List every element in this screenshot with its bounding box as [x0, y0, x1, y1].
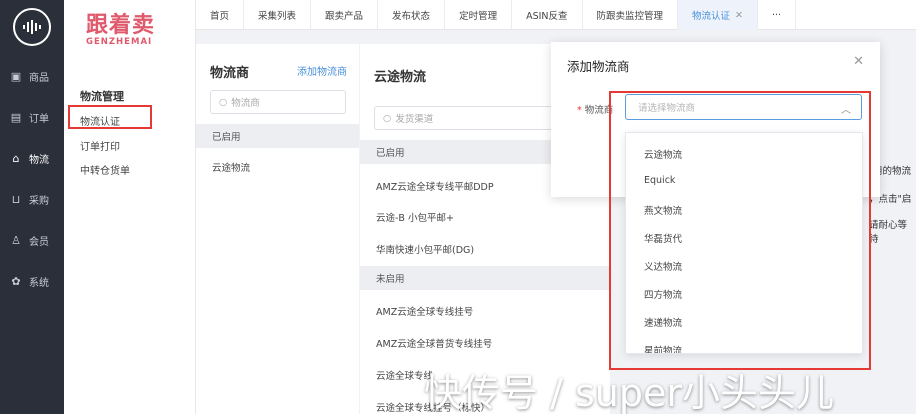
- label-text: 物流商: [584, 105, 614, 116]
- channel-item[interactable]: 华南快速小包平邮(DG): [360, 237, 610, 261]
- tab-schedule[interactable]: 定时管理: [445, 0, 513, 30]
- watermark: 快传号 / super小头头儿: [424, 371, 834, 414]
- carrier-field-label: * 物流商: [577, 102, 613, 116]
- system-icon: ✿: [11, 275, 21, 288]
- search-placeholder: 发货渠道: [395, 114, 434, 125]
- dropdown-option[interactable]: 四方物流: [644, 287, 682, 301]
- channel-item[interactable]: AMZ云途全球普货专线挂号: [360, 331, 610, 355]
- search-icon: ○: [383, 112, 392, 124]
- nav-item-members[interactable]: ♙ 会员: [0, 220, 49, 261]
- sub-menu: 跟着卖 GENZHEMAI 物流管理 物流认证 订单打印 中转仓货单: [64, 0, 196, 414]
- channel-panel-title: 云途物流: [374, 70, 427, 85]
- nav-label: 采购: [29, 196, 49, 207]
- carrier-dropdown: 云途物流 Equick 燕文物流 华磊货代 义达物流 四方物流 速递物流 星前物…: [625, 132, 863, 354]
- right-partial-text: 请耐心等待: [869, 220, 908, 245]
- tab-monitor[interactable]: 防跟卖监控管理: [583, 0, 679, 30]
- logistics-icon: ⌂: [12, 152, 20, 165]
- brand-logo: 跟着卖 GENZHEMAI: [86, 7, 155, 47]
- submenu-item-order-print[interactable]: 订单打印: [80, 138, 120, 153]
- carrier-panel: 物流商 添加物流商 ○ 物流商 已启用 云途物流: [196, 44, 359, 414]
- nav-label: 商品: [29, 73, 49, 84]
- nav-item-orders[interactable]: ▤ 订单: [0, 97, 49, 138]
- tab-logistics-auth[interactable]: 物流认证 ✕: [678, 0, 759, 30]
- nav-item-products[interactable]: ▣ 商品: [0, 56, 49, 97]
- tab-asin-lookup[interactable]: ASIN反查: [512, 0, 583, 30]
- add-carrier-link[interactable]: 添加物流商: [297, 63, 347, 78]
- tab-follow-products[interactable]: 跟卖产品: [311, 0, 379, 30]
- carrier-search-input[interactable]: ○ 物流商: [210, 90, 346, 114]
- nav-label: 订单: [29, 114, 49, 125]
- chevron-up-icon: ︿: [841, 105, 851, 116]
- carrier-select[interactable]: 请选择物流商 ︿: [625, 94, 862, 120]
- search-icon: ○: [219, 96, 228, 108]
- carrier-panel-title: 物流商: [210, 66, 250, 81]
- tab-label: 物流认证: [692, 11, 731, 22]
- highlight-box-submenu: [68, 105, 152, 129]
- close-icon[interactable]: ✕: [735, 10, 743, 21]
- nav-item-logistics[interactable]: ⌂ 物流: [0, 138, 50, 179]
- tab-bar: 首页 采集列表 跟卖产品 发布状态 定时管理 ASIN反查 防跟卖监控管理 物流…: [196, 0, 916, 30]
- group-enabled: 已启用: [196, 124, 359, 148]
- submenu-title: 物流管理: [80, 90, 124, 103]
- brand-name: 跟着卖: [86, 12, 156, 38]
- shop-icon: ▣: [10, 70, 22, 83]
- nav-item-purchase[interactable]: ⊔ 采购: [0, 179, 49, 220]
- dropdown-option[interactable]: 义达物流: [644, 259, 682, 273]
- tab-more[interactable]: ···: [758, 0, 797, 30]
- dropdown-option[interactable]: 燕文物流: [644, 203, 682, 217]
- nav-item-system[interactable]: ✿ 系统: [0, 261, 49, 302]
- submenu-item-transfer-bill[interactable]: 中转仓货单: [80, 162, 130, 177]
- dropdown-option[interactable]: Equick: [644, 175, 675, 186]
- search-placeholder: 物流商: [231, 98, 260, 109]
- close-icon[interactable]: ✕: [853, 54, 864, 69]
- main-nav: ▣ 商品 ▤ 订单 ⌂ 物流 ⊔ 采购 ♙ 会员 ✿ 系统: [0, 0, 64, 414]
- dropdown-option[interactable]: 云途物流: [644, 147, 682, 161]
- required-mark: *: [577, 105, 582, 116]
- cart-icon: ⊔: [11, 193, 21, 206]
- group-disabled: 未启用: [360, 266, 610, 290]
- dropdown-option[interactable]: 华磊货代: [644, 231, 682, 245]
- tab-home[interactable]: 首页: [196, 0, 245, 30]
- app-logo-icon[interactable]: [13, 8, 51, 46]
- order-icon: ▤: [10, 111, 22, 124]
- dropdown-option[interactable]: 星前物流: [644, 343, 682, 353]
- tab-publish-status[interactable]: 发布状态: [378, 0, 446, 30]
- user-icon: ♙: [11, 234, 21, 247]
- channel-item[interactable]: 云途-B 小包平邮+: [360, 205, 610, 229]
- dropdown-option[interactable]: 速递物流: [644, 315, 682, 329]
- nav-label: 物流: [29, 155, 49, 166]
- carrier-item[interactable]: 云途物流: [196, 155, 359, 179]
- tab-collect-list[interactable]: 采集列表: [244, 0, 312, 30]
- select-placeholder: 请选择物流商: [638, 103, 696, 114]
- nav-label: 系统: [29, 278, 49, 289]
- dialog-title: 添加物流商: [567, 59, 630, 74]
- channel-item[interactable]: AMZ云途全球专线挂号: [360, 299, 610, 323]
- nav-label: 会员: [29, 237, 49, 248]
- brand-name-latin: GENZHEMAI: [86, 37, 153, 47]
